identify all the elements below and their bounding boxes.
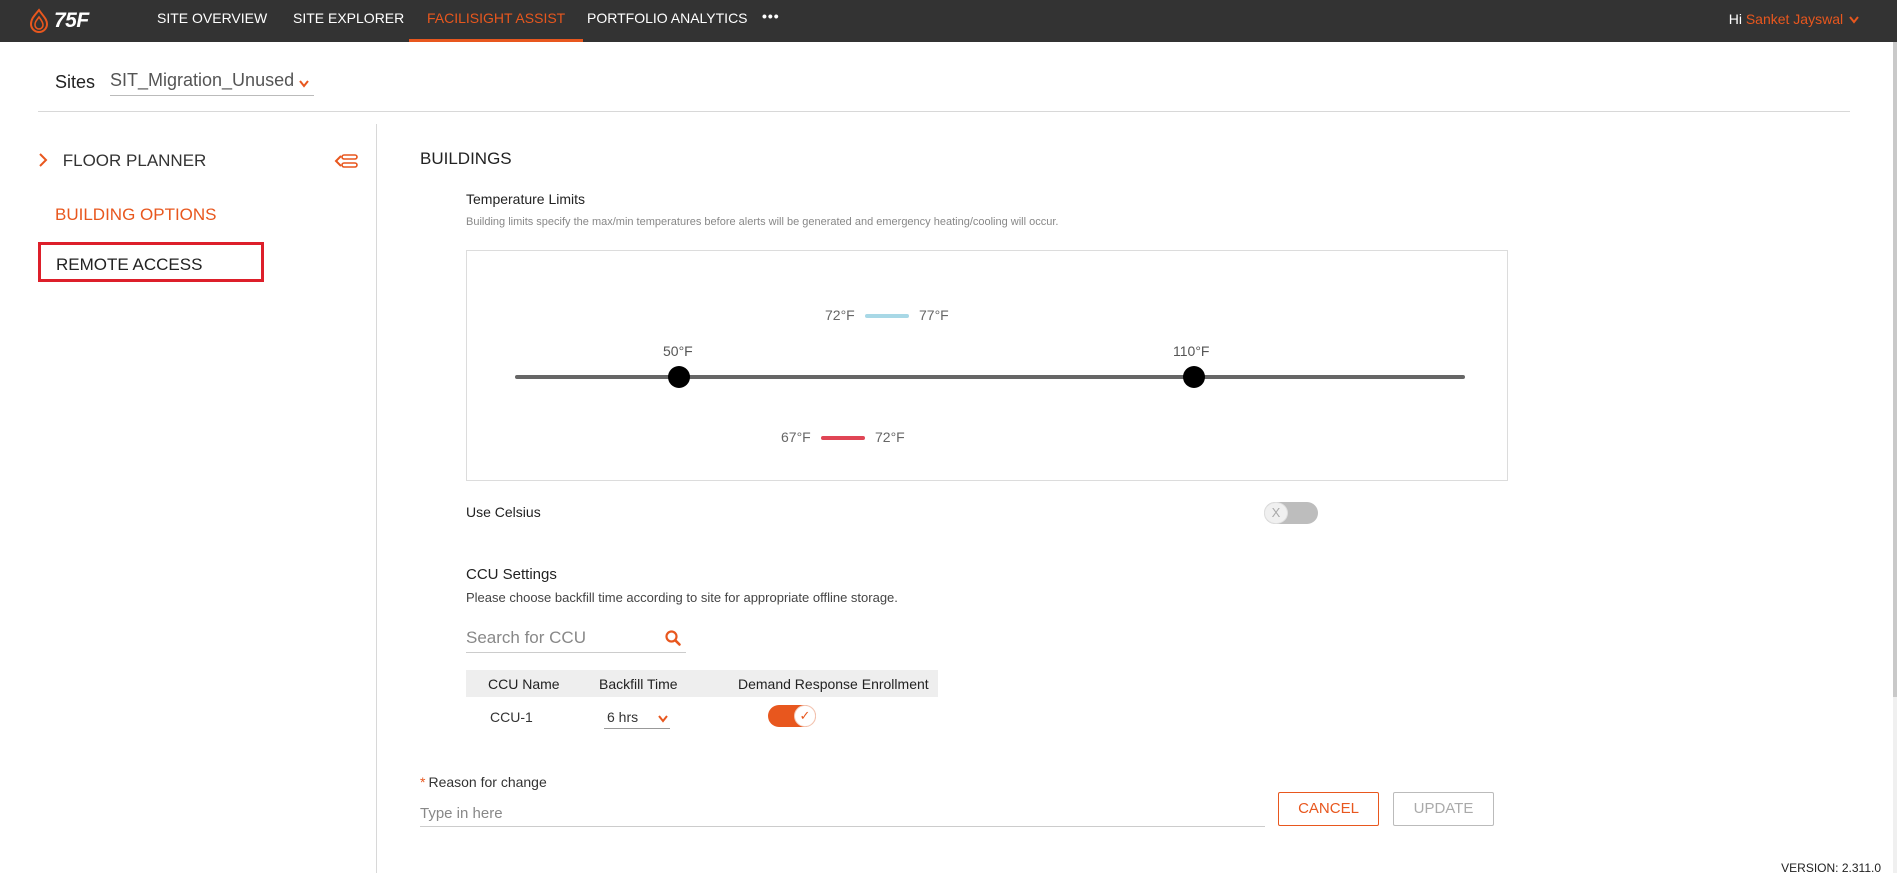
min-limit-label: 50°F <box>663 343 693 359</box>
heating-low-label: 67°F <box>781 429 811 445</box>
max-limit-label: 110°F <box>1173 343 1210 359</box>
flame-logo-icon <box>29 8 49 33</box>
scrollbar-thumb[interactable] <box>1893 42 1897 697</box>
reason-for-change-label: * Reason for change <box>420 774 547 790</box>
chevron-down-icon <box>299 80 309 88</box>
table-header: CCU Name Backfill Time Demand Response E… <box>466 670 938 697</box>
cancel-button[interactable]: CANCEL <box>1278 792 1379 826</box>
greeting-prefix: Hi <box>1728 11 1742 27</box>
backfill-time-value: 6 hrs <box>607 709 639 725</box>
demand-response-toggle[interactable]: ✓ <box>768 705 816 727</box>
ccu-settings-title: CCU Settings <box>466 566 557 583</box>
chevron-down-icon <box>1849 16 1859 24</box>
sidebar-item-remote-access[interactable]: REMOTE ACCESS <box>38 242 264 282</box>
nav-more-menu[interactable]: ••• <box>762 8 780 24</box>
temperature-limits-title: Temperature Limits <box>466 191 586 207</box>
site-selector[interactable]: SIT_Migration_Unused <box>110 70 314 96</box>
page-title: BUILDINGS <box>420 149 512 168</box>
sidebar-item-floor-planner[interactable]: FLOOR PLANNER <box>38 151 206 171</box>
temperature-limits-panel: 72°F 77°F 50°F 110°F 67°F 72°F <box>466 250 1508 481</box>
search-icon[interactable] <box>664 629 682 647</box>
cooling-low-label: 72°F <box>825 307 855 323</box>
heating-range-bar <box>821 436 865 440</box>
min-limit-thumb[interactable] <box>668 366 690 388</box>
temperature-limits-description: Building limits specify the max/min temp… <box>466 216 1059 228</box>
column-header-backfill-time: Backfill Time <box>599 676 678 692</box>
ccu-settings-description: Please choose backfill time according to… <box>466 590 898 605</box>
column-header-ccu-name: CCU Name <box>488 676 560 692</box>
heating-high-label: 72°F <box>875 429 905 445</box>
collapse-panel-icon[interactable] <box>334 153 358 169</box>
chevron-down-icon <box>658 715 668 723</box>
reason-label-text: Reason for change <box>428 774 547 790</box>
top-navigation-bar: 75F SITE OVERVIEW SITE EXPLORER FACILISI… <box>0 0 1897 42</box>
use-celsius-toggle[interactable]: X <box>1264 502 1318 524</box>
header-divider <box>38 111 1850 112</box>
use-celsius-label: Use Celsius <box>466 504 541 520</box>
ccu-table: CCU Name Backfill Time Demand Response E… <box>466 670 938 737</box>
sidebar-divider <box>376 124 377 873</box>
app-logo[interactable]: 75F <box>28 5 89 37</box>
toggle-off-knob: X <box>1264 502 1288 524</box>
nav-site-explorer[interactable]: SITE EXPLORER <box>293 0 404 42</box>
check-icon: ✓ <box>794 705 816 727</box>
sidebar-item-building-options[interactable]: BUILDING OPTIONS <box>55 205 217 225</box>
logo-text: 75F <box>54 9 89 32</box>
ccu-search <box>466 625 686 653</box>
cooling-range-bar <box>865 314 909 318</box>
nav-site-overview[interactable]: SITE OVERVIEW <box>157 0 267 42</box>
cooling-high-label: 77°F <box>919 307 949 323</box>
backfill-time-select[interactable]: 6 hrs <box>604 707 670 729</box>
nav-facilisight-assist[interactable]: FACILISIGHT ASSIST <box>409 0 584 42</box>
table-row: CCU-1 6 hrs ✓ <box>466 697 938 737</box>
column-header-demand-response: Demand Response Enrollment <box>738 676 929 692</box>
site-selected-value: SIT_Migration_Unused <box>110 70 295 90</box>
reason-for-change-input[interactable] <box>420 800 1265 827</box>
user-name: Sanket Jayswal <box>1745 11 1844 27</box>
sites-label: Sites <box>55 72 96 92</box>
ccu-name-cell: CCU-1 <box>490 709 533 725</box>
sidebar-item-label: FLOOR PLANNER <box>62 151 207 170</box>
update-button[interactable]: UPDATE <box>1393 792 1494 826</box>
nav-portfolio-analytics[interactable]: PORTFOLIO ANALYTICS <box>587 0 748 42</box>
max-limit-thumb[interactable] <box>1183 366 1205 388</box>
user-menu[interactable]: Hi Sanket Jayswal <box>1729 11 1859 27</box>
temperature-slider-track[interactable] <box>515 375 1465 379</box>
chevron-right-icon <box>39 153 48 167</box>
required-marker: * <box>420 774 426 790</box>
ccu-search-input[interactable] <box>466 625 656 651</box>
